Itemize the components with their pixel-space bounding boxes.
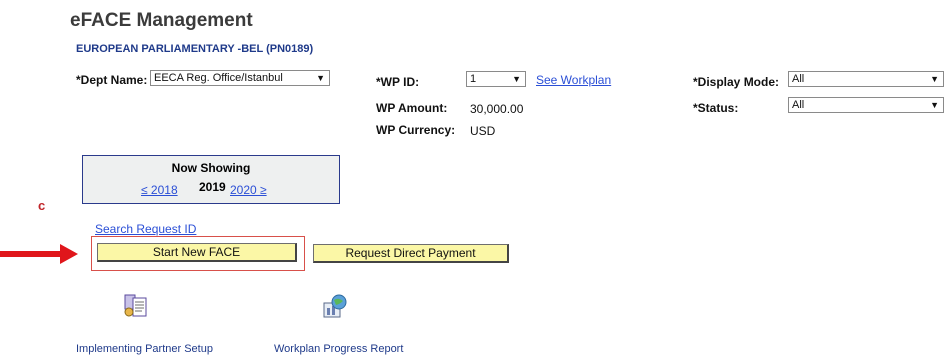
display-mode-value: All — [792, 73, 805, 85]
workplan-progress-report-link[interactable]: Workplan Progress Report — [274, 343, 403, 355]
wp-amount-value: 30,000.00 — [470, 102, 524, 116]
implementing-partner-setup-link[interactable]: Implementing Partner Setup — [76, 343, 213, 355]
now-showing-header: Now Showing — [171, 161, 251, 175]
chevron-down-icon: ▼ — [512, 74, 521, 84]
see-workplan-link[interactable]: See Workplan — [536, 73, 611, 87]
wp-currency-value: USD — [470, 124, 496, 138]
status-value: All — [792, 99, 805, 111]
dept-name-value: EECA Reg. Office/Istanbul — [154, 72, 283, 84]
dept-name-label: *Dept Name: — [76, 73, 148, 87]
wp-id-value: 1 — [470, 73, 477, 85]
search-request-id-link[interactable]: Search Request ID — [95, 222, 196, 236]
page-title: eFACE Management — [70, 10, 253, 31]
wp-id-label: *WP ID: — [376, 75, 420, 89]
request-direct-payment-button[interactable]: Request Direct Payment — [313, 244, 509, 263]
display-mode-label: *Display Mode: — [693, 75, 780, 89]
red-arrow-icon — [60, 244, 78, 264]
status-select[interactable]: All ▼ — [788, 97, 944, 113]
chevron-down-icon: ▼ — [930, 100, 939, 110]
current-year: 2019 — [199, 180, 226, 194]
wp-id-select[interactable]: 1 ▼ — [466, 71, 526, 87]
wp-currency-label: WP Currency: — [376, 123, 456, 137]
partner-setup-icon[interactable] — [122, 293, 150, 326]
progress-report-icon[interactable] — [321, 293, 349, 326]
annotation-marker: c — [38, 198, 46, 213]
red-arrow-shaft — [0, 251, 62, 257]
chevron-down-icon: ▼ — [930, 74, 939, 84]
dept-name-select[interactable]: EECA Reg. Office/Istanbul ▼ — [150, 70, 330, 86]
wp-amount-label: WP Amount: — [376, 101, 448, 115]
previous-year-link[interactable]: ≤ 2018 — [141, 183, 178, 197]
status-label: *Status: — [693, 101, 739, 115]
next-year-link[interactable]: 2020 ≥ — [230, 183, 267, 197]
start-new-face-button[interactable]: Start New FACE — [97, 243, 297, 262]
page-subtitle: EUROPEAN PARLIAMENTARY -BEL (PN0189) — [76, 43, 314, 55]
chevron-down-icon: ▼ — [316, 73, 325, 83]
display-mode-select[interactable]: All ▼ — [788, 71, 944, 87]
now-showing-box: Now Showing ≤ 2018 2019 2020 ≥ — [82, 155, 340, 204]
